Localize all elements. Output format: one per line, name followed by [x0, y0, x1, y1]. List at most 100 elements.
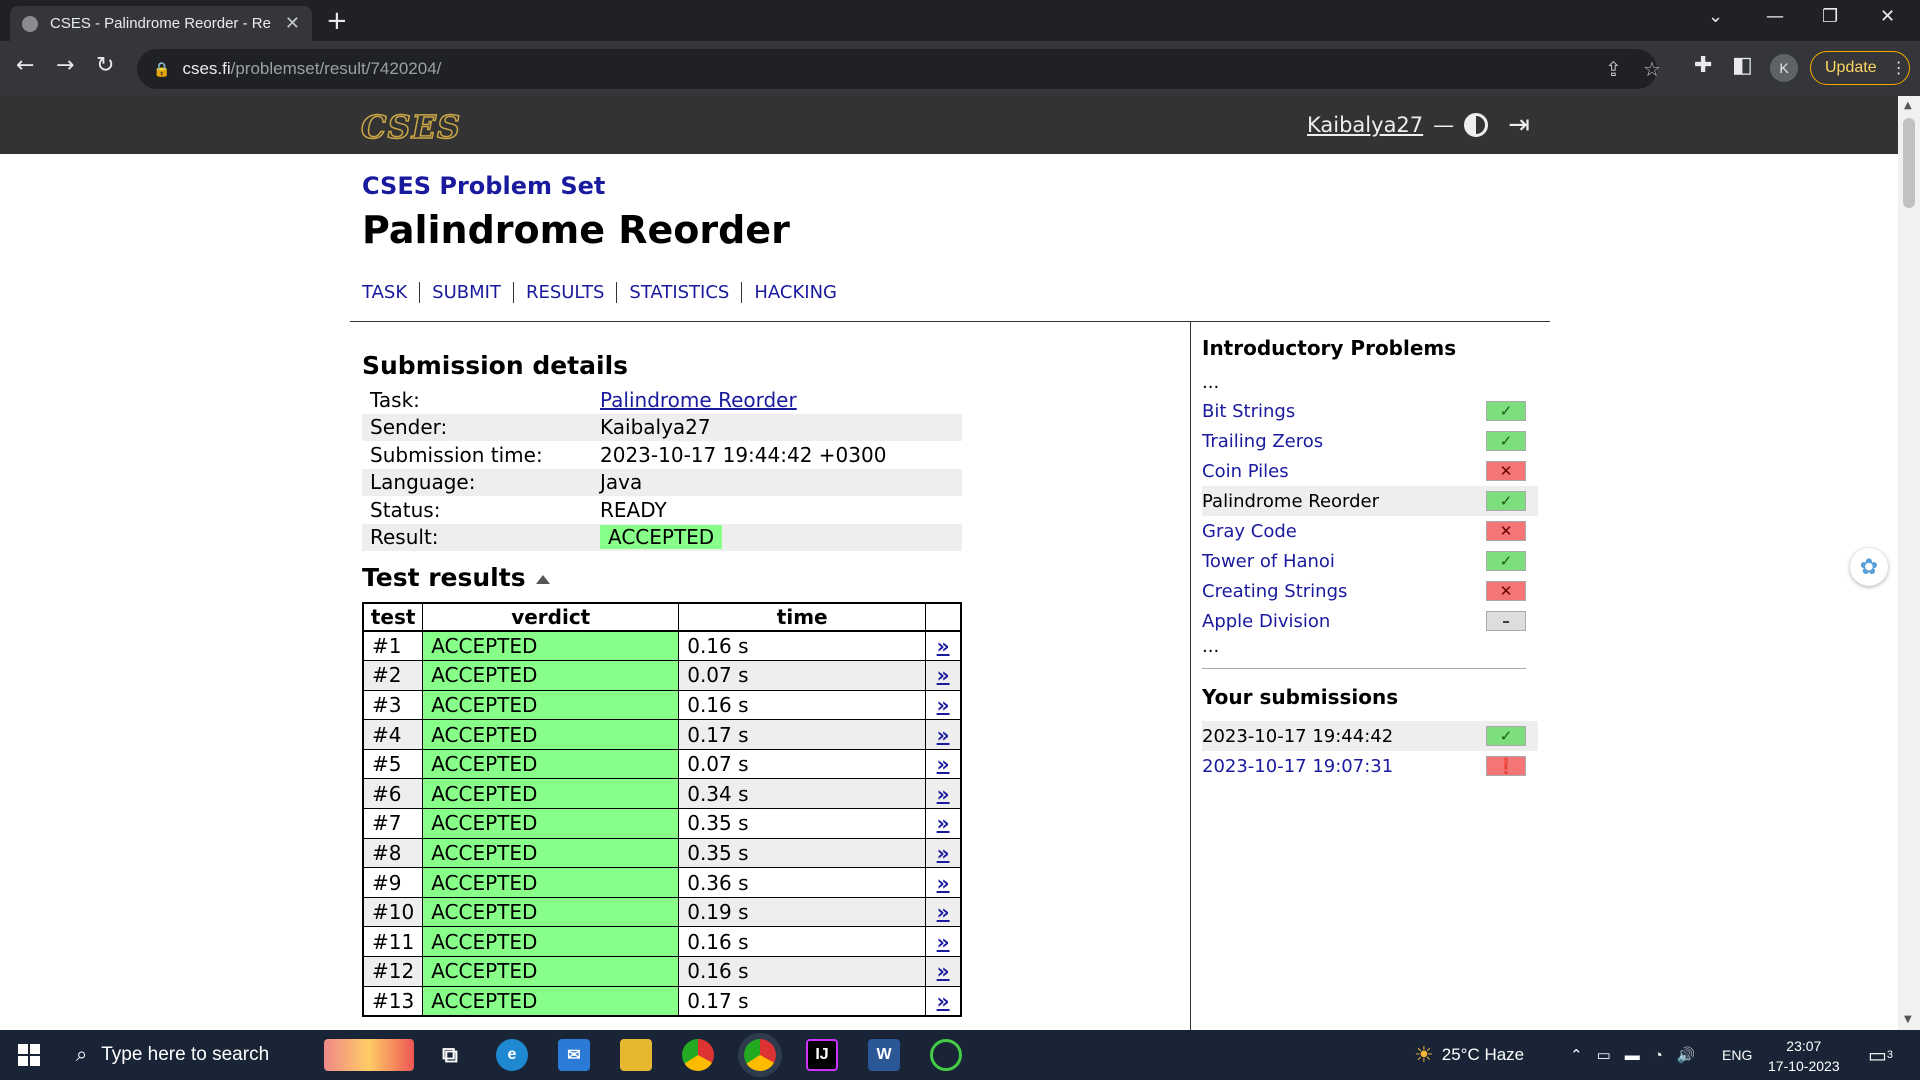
problem-list-item[interactable]: Trailing Zeros ✓	[1202, 426, 1538, 456]
clock[interactable]: 23:07 17-10-2023	[1768, 1036, 1840, 1076]
test-details-link-icon[interactable]: »	[925, 630, 962, 662]
problem-list-item[interactable]: Coin Piles ✕	[1202, 456, 1538, 486]
test-time: 0.07 s	[678, 660, 927, 691]
menu-dots-icon[interactable]: ⋮	[1891, 58, 1907, 78]
test-time: 0.17 s	[678, 985, 927, 1017]
problem-list-item[interactable]: Tower of Hanoi ✓	[1202, 546, 1538, 576]
assistant-extension-icon[interactable]: ✿	[1850, 548, 1888, 586]
nav-hacking[interactable]: HACKING	[741, 282, 849, 303]
problem-link[interactable]: Trailing Zeros	[1202, 431, 1323, 452]
side-panel-icon[interactable]: ◧	[1732, 53, 1753, 78]
test-details-link-icon[interactable]: »	[925, 926, 962, 958]
restore-icon[interactable]: ❐	[1822, 6, 1838, 27]
test-details-link-icon[interactable]: »	[925, 660, 962, 691]
test-details-link-icon[interactable]: »	[925, 689, 962, 721]
test-details-link-icon[interactable]: »	[925, 778, 962, 810]
nav-statistics[interactable]: STATISTICS	[616, 282, 741, 303]
file-explorer-icon[interactable]	[620, 1039, 652, 1071]
scroll-up-icon[interactable]: ▲	[1904, 100, 1912, 111]
detail-value: Java	[592, 468, 962, 496]
page-scrollbar[interactable]: ▲ ▼	[1898, 96, 1920, 1030]
test-row: #8 ACCEPTED 0.35 s»	[362, 837, 962, 869]
word-icon[interactable]: W	[868, 1039, 900, 1071]
edge-browser-icon[interactable]: e	[496, 1039, 528, 1071]
scroll-down-icon[interactable]: ▼	[1904, 1014, 1912, 1025]
test-details-link-icon[interactable]: »	[925, 896, 962, 928]
chrome-profile-icon[interactable]	[744, 1039, 776, 1071]
reload-icon[interactable]: ↻	[96, 53, 114, 78]
problem-status-icon: ✕	[1486, 581, 1526, 601]
sidebar: Introductory Problems ... Bit Strings ✓ Tr…	[1202, 336, 1538, 781]
chrome-icon[interactable]	[682, 1039, 714, 1071]
problem-link[interactable]: Bit Strings	[1202, 401, 1295, 422]
update-button[interactable]: Update ⋮	[1810, 51, 1910, 85]
intellij-icon[interactable]: IJ	[806, 1039, 838, 1071]
logout-icon[interactable]: ⇥	[1508, 110, 1530, 140]
back-icon[interactable]: ←	[16, 53, 34, 78]
scrollbar-thumb[interactable]	[1903, 118, 1915, 208]
extensions-puzzle-icon[interactable]: ✚	[1694, 53, 1712, 78]
problem-link[interactable]: Coin Piles	[1202, 461, 1289, 482]
theme-toggle-icon[interactable]	[1464, 113, 1489, 137]
test-details-link-icon[interactable]: »	[925, 719, 962, 750]
problem-status-icon: ✕	[1486, 461, 1526, 481]
nav-submit[interactable]: SUBMIT	[419, 282, 513, 303]
task-link[interactable]: Palindrome Reorder	[600, 388, 797, 412]
problem-status-icon: ✓	[1486, 551, 1526, 571]
profile-avatar[interactable]: K	[1770, 54, 1798, 82]
weather-widget[interactable]: ☀ 25°C Haze	[1414, 1030, 1524, 1080]
browser-tab[interactable]: CSES - Palindrome Reorder - Re ✕	[10, 6, 312, 41]
mail-icon[interactable]: ✉	[558, 1039, 590, 1071]
search-highlight-icon[interactable]	[324, 1039, 414, 1071]
test-details-link-icon[interactable]: »	[925, 837, 962, 869]
username-link[interactable]: Kaibalya27	[1307, 113, 1423, 137]
test-details-link-icon[interactable]: »	[925, 985, 962, 1017]
test-verdict: ACCEPTED	[422, 689, 680, 721]
test-verdict: ACCEPTED	[422, 867, 680, 898]
minimize-icon[interactable]: —	[1766, 6, 1784, 27]
col-link	[925, 602, 962, 632]
problemset-link[interactable]: CSES Problem Set	[362, 172, 1552, 200]
problem-link[interactable]: Creating Strings	[1202, 581, 1347, 602]
problem-link[interactable]: Tower of Hanoi	[1202, 551, 1335, 572]
nav-results[interactable]: RESULTS	[512, 282, 616, 303]
cses-logo[interactable]: CSES	[360, 107, 461, 147]
problem-list-item[interactable]: Creating Strings ✕	[1202, 576, 1538, 606]
taskbar-search[interactable]: ⌕ Type here to search	[60, 1030, 320, 1080]
problem-link[interactable]: Gray Code	[1202, 521, 1297, 542]
forward-icon[interactable]: →	[56, 53, 74, 78]
new-tab-button[interactable]: +	[326, 6, 348, 36]
problem-list-item[interactable]: Bit Strings ✓	[1202, 396, 1538, 426]
share-icon[interactable]: ⇪	[1605, 57, 1622, 82]
submission-link[interactable]: 2023-10-17 19:07:31	[1202, 756, 1393, 777]
collapse-triangle-icon[interactable]	[535, 575, 550, 584]
test-details-link-icon[interactable]: »	[925, 867, 962, 898]
problem-link[interactable]: Apple Division	[1202, 611, 1330, 632]
window-close-icon[interactable]: ✕	[1880, 6, 1895, 27]
test-row: #7 ACCEPTED 0.35 s»	[362, 808, 962, 839]
submission-item[interactable]: 2023-10-17 19:07:31 ❗	[1202, 751, 1538, 781]
problem-list-item[interactable]: Apple Division –	[1202, 606, 1538, 636]
nav-task[interactable]: TASK	[362, 282, 419, 303]
address-bar[interactable]: 🔒 cses.fi /problemset/result/7420204/ ⇪ …	[137, 49, 1661, 89]
test-verdict: ACCEPTED	[422, 926, 680, 958]
windows-start-icon[interactable]	[18, 1044, 40, 1066]
app-ring-icon[interactable]	[930, 1039, 962, 1071]
tab-search-chevron-icon[interactable]: ⌄	[1708, 6, 1723, 27]
test-verdict: ACCEPTED	[422, 896, 680, 928]
test-details-link-icon[interactable]: »	[925, 808, 962, 839]
detail-value: Palindrome Reorder	[592, 386, 962, 414]
tab-close-icon[interactable]: ✕	[285, 13, 300, 34]
problem-status-icon: ✓	[1486, 431, 1526, 451]
task-view-icon[interactable]: ⧉	[434, 1039, 466, 1071]
problem-list-item[interactable]: Gray Code ✕	[1202, 516, 1538, 546]
test-results-header[interactable]: Test results	[362, 563, 962, 592]
language-indicator[interactable]: ENG	[1722, 1030, 1752, 1080]
tray-icons[interactable]: ⌃▭▬◔🔊	[1570, 1030, 1709, 1080]
submission-details-table: Task: Palindrome Reorder Sender: Kaibaly…	[362, 386, 962, 551]
notification-icon[interactable]: ▭ 3	[1868, 1030, 1893, 1080]
bookmark-star-icon[interactable]: ☆	[1643, 57, 1661, 82]
test-details-link-icon[interactable]: »	[925, 748, 962, 780]
test-details-link-icon[interactable]: »	[925, 956, 962, 987]
test-number: #12	[362, 956, 424, 987]
